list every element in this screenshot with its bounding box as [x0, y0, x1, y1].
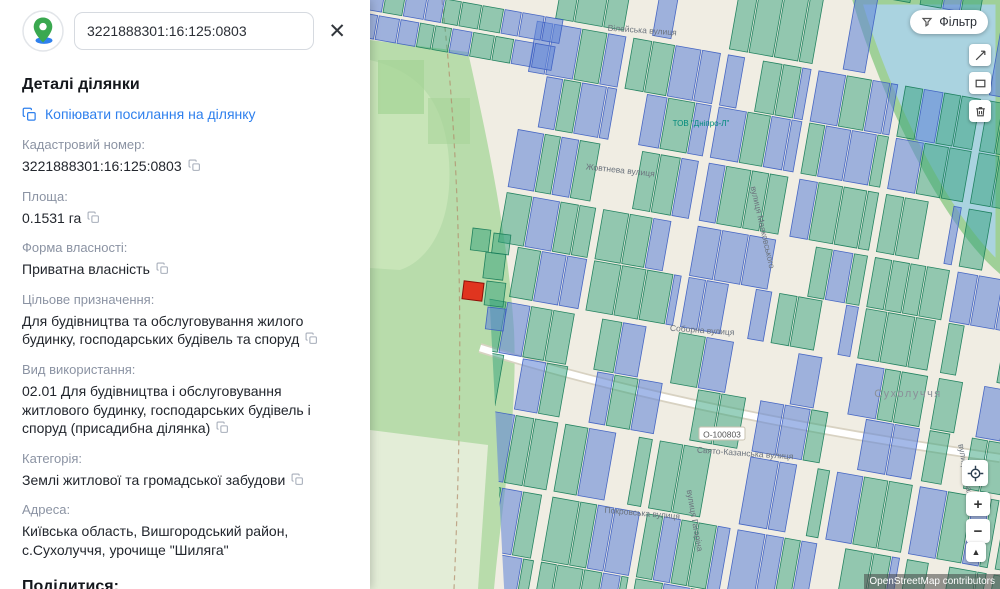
page-title: Деталі ділянки	[22, 76, 140, 93]
close-button[interactable]: ✕	[324, 19, 350, 44]
field-2: Форма власності: Приватна власність	[22, 240, 350, 280]
zoom-out-button[interactable]: −	[966, 519, 990, 543]
field-1: Площа: 0.1531 га	[22, 189, 350, 229]
copy-icon[interactable]	[305, 331, 318, 350]
field-label: Категорія:	[22, 450, 83, 466]
copy-parcel-link-label: Копіювати посилання на ділянку	[45, 106, 256, 122]
delete-tool-button[interactable]	[969, 100, 991, 122]
field-0: Кадастровий номер: 3221888301:16:125:0803	[22, 137, 350, 177]
svg-text:ТОВ "Дніпро-Л": ТОВ "Дніпро-Л"	[673, 119, 730, 128]
selected-parcel[interactable]	[461, 280, 485, 302]
field-label: Адреса:	[22, 502, 71, 518]
copy-icon[interactable]	[291, 472, 304, 491]
field-value-text: Для будівництва та обслуговування жилого…	[22, 312, 304, 348]
field-6: Адреса: Київська область, Вишгородський р…	[22, 502, 350, 559]
field-label: Вид використання:	[22, 362, 136, 378]
copy-icon[interactable]	[216, 420, 229, 439]
filter-label: Фільтр	[939, 15, 977, 29]
field-3: Цільове призначення: Для будівництва та о…	[22, 292, 350, 350]
search-bar: ✕	[22, 10, 350, 52]
field-5: Категорія: Землі житлової та громадської …	[22, 451, 350, 491]
field-list: Кадастровий номер: 3221888301:16:125:0803…	[22, 137, 350, 560]
field-label: Цільове призначення:	[22, 291, 155, 307]
field-value-text: 0.1531 га	[22, 209, 82, 226]
field-value: Приватна власність	[22, 260, 350, 280]
field-value: 02.01 Для будівництва і обслуговування ж…	[22, 382, 350, 439]
app-logo[interactable]	[22, 10, 64, 52]
field-value: Землі житлової та громадської забудови	[22, 471, 350, 491]
search-input[interactable]	[74, 12, 315, 50]
measure-arrow-icon	[975, 50, 985, 60]
field-label: Форма власності:	[22, 240, 128, 256]
field-label: Площа:	[22, 188, 68, 204]
copy-icon	[22, 106, 37, 125]
field-value: 0.1531 га	[22, 209, 350, 229]
field-value-text: Київська область, Вишгородський район, с…	[22, 523, 289, 559]
rectangle-tool-button[interactable]	[969, 72, 991, 94]
app-window: ✕ Деталі ділянки Копіювати посилання на …	[0, 0, 1000, 589]
parcel-details-panel: ✕ Деталі ділянки Копіювати посилання на …	[0, 0, 370, 589]
measure-tool-button[interactable]	[969, 44, 991, 66]
filter-icon	[921, 16, 933, 28]
draw-tools	[969, 44, 991, 122]
field-value: 3221888301:16:125:0803	[22, 157, 350, 177]
field-value: Київська область, Вишгородський район, с…	[22, 522, 350, 559]
trash-icon	[975, 106, 985, 116]
crosshair-icon	[967, 465, 983, 481]
copy-icon[interactable]	[87, 210, 100, 229]
compass-button[interactable]: ▲	[966, 542, 986, 562]
svg-text:О-100803: О-100803	[703, 430, 741, 440]
svg-text:Сухолуччя: Сухолуччя	[874, 388, 942, 400]
field-label: Кадастровий номер:	[22, 137, 145, 152]
rectangle-icon	[975, 79, 985, 87]
filter-button[interactable]: Фільтр	[910, 10, 988, 34]
field-value-text: Землі житлової та громадської забудови	[22, 471, 286, 488]
field-value-text: 02.01 Для будівництва і обслуговування ж…	[22, 383, 311, 437]
share-title: Поділитися:	[22, 577, 119, 589]
copy-parcel-link-button[interactable]: Копіювати посилання на ділянку	[22, 106, 350, 125]
zoom-in-button[interactable]: +	[966, 492, 990, 516]
field-value-text: 3221888301:16:125:0803	[22, 158, 182, 174]
osm-attribution-link[interactable]: OpenStreetMap contributors	[864, 574, 1000, 589]
copy-icon[interactable]	[188, 158, 201, 177]
field-value: Для будівництва та обслуговування жилого…	[22, 312, 350, 350]
map-canvas[interactable]: О-100803 Вілейська вулиця Жовтнева вулиця в…	[370, 0, 1000, 589]
field-4: Вид використання: 02.01 Для будівництва і…	[22, 362, 350, 439]
locate-button[interactable]	[962, 460, 988, 486]
map-svg: О-100803Вілейська вулицяЖовтнева вулицяв…	[370, 0, 1000, 589]
field-value-text: Приватна власність	[22, 261, 150, 278]
copy-icon[interactable]	[156, 261, 169, 280]
